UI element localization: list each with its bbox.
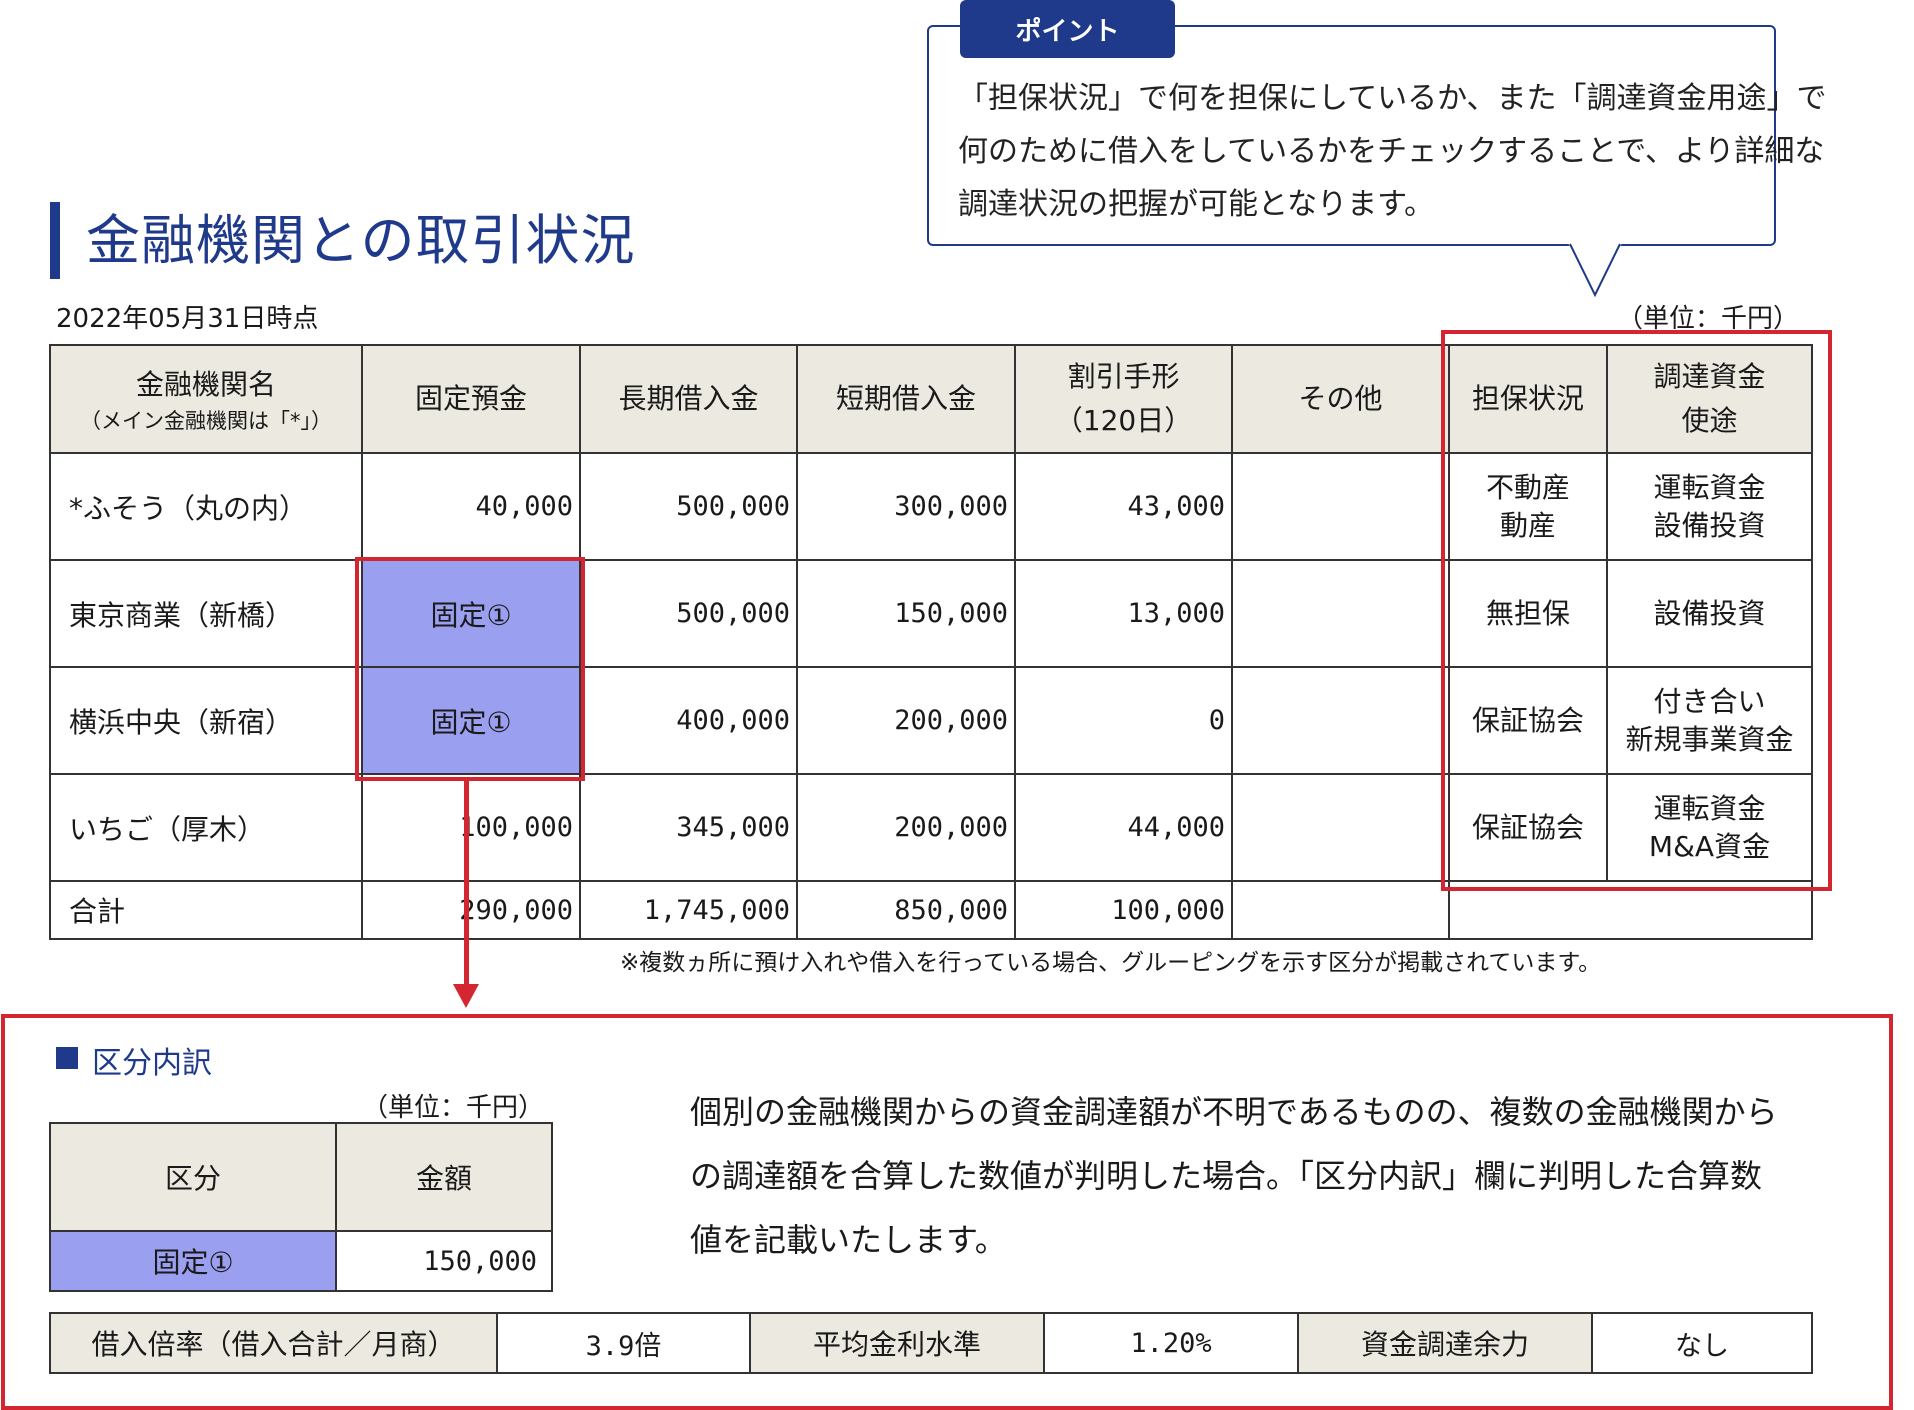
arrow-down-icon [453, 984, 479, 1008]
description-line: 個別の金融機関からの資金調達額が不明であるものの、複数の金融機関から [690, 1093, 1778, 1131]
bank-name: *ふそう（丸の内） [49, 452, 363, 561]
collateral-purpose-highlight [1441, 330, 1832, 891]
discounted-bills: 43,000 [1014, 452, 1233, 561]
header-bank-name: 金融機関名 （メイン金融機関は「*」） [49, 344, 363, 454]
description-line: の調達額を合算した数値が判明した場合。「区分内訳」欄に判明した合算数 [690, 1157, 1763, 1195]
category: 固定① [49, 1230, 337, 1292]
breakdown-description: 個別の金融機関からの資金調達額が不明であるものの、複数の金融機関から の調達額を… [690, 1080, 1820, 1272]
avg-rate-label: 平均金利水準 [749, 1312, 1045, 1374]
total-other [1231, 880, 1450, 940]
point-tab: ポイント [960, 0, 1175, 58]
amount: 150,000 [335, 1230, 553, 1292]
page-title: 金融機関との取引状況 [86, 209, 636, 272]
discounted-bills: 0 [1014, 666, 1233, 775]
discounted-bills: 13,000 [1014, 559, 1233, 668]
avg-rate-value: 1.20% [1043, 1312, 1299, 1374]
total-label: 合計 [49, 880, 363, 940]
breakdown-header-row: 区分 金額 [49, 1122, 553, 1232]
other [1231, 773, 1450, 882]
header-other: その他 [1231, 344, 1450, 454]
capacity-value: なし [1591, 1312, 1813, 1374]
short-term-loan: 150,000 [796, 559, 1016, 668]
long-term-loan: 345,000 [579, 773, 798, 882]
other [1231, 452, 1450, 561]
group-cells-highlight [355, 557, 585, 781]
point-line: 「担保状況」で何を担保にしているか、また「調達資金用途」で [958, 81, 1827, 116]
breakdown-unit: （単位：千円） [362, 1093, 545, 1123]
bank-name: いちご（厚木） [49, 773, 363, 882]
title-accent-bar [50, 202, 60, 279]
borrow-ratio-label: 借入倍率（借入合計／月商） [49, 1312, 498, 1374]
other [1231, 666, 1450, 775]
grouping-note: ※複数ヵ所に預け入れや借入を行っている場合、グルーピングを示す区分が掲載されてい… [620, 950, 1602, 976]
breakdown-title: 区分内訳 [92, 1046, 212, 1081]
capacity-label: 資金調達余力 [1297, 1312, 1593, 1374]
header-discounted-bills: 割引手形 （120日） [1014, 344, 1233, 454]
table-row: 固定① 150,000 [49, 1230, 553, 1292]
total-fixed-deposit: 290,000 [361, 880, 581, 940]
fixed-deposit: 100,000 [361, 773, 581, 882]
bank-name: 東京商業（新橋） [49, 559, 363, 668]
total-long-term-loan: 1,745,000 [579, 880, 798, 940]
fixed-deposit: 40,000 [361, 452, 581, 561]
connector-line [464, 781, 469, 986]
long-term-loan: 500,000 [579, 452, 798, 561]
ratio-row: 借入倍率（借入合計／月商） 3.9倍 平均金利水準 1.20% 資金調達余力 な… [49, 1312, 1813, 1374]
short-term-loan: 200,000 [796, 773, 1016, 882]
borrow-ratio-value: 3.9倍 [496, 1312, 751, 1374]
bank-name: 横浜中央（新宿） [49, 666, 363, 775]
header-category: 区分 [49, 1122, 337, 1232]
header-long-term-loan: 長期借入金 [579, 344, 798, 454]
header-amount: 金額 [335, 1122, 553, 1232]
long-term-loan: 400,000 [579, 666, 798, 775]
ratio-table: 借入倍率（借入合計／月商） 3.9倍 平均金利水準 1.20% 資金調達余力 な… [49, 1312, 1813, 1374]
header-short-term-loan: 短期借入金 [796, 344, 1016, 454]
as-of-date: 2022年05月31日時点 [56, 304, 319, 334]
total-short-term-loan: 850,000 [796, 880, 1016, 940]
point-text: 「担保状況」で何を担保にしているか、また「調達資金用途」で 何のために借入をして… [958, 72, 1827, 231]
short-term-loan: 300,000 [796, 452, 1016, 561]
point-line: 調達状況の把握が可能となります。 [958, 187, 1435, 222]
short-term-loan: 200,000 [796, 666, 1016, 775]
total-discounted-bills: 100,000 [1014, 880, 1233, 940]
point-line: 何のために借入をしているかをチェックすることで、より詳細な [958, 134, 1825, 169]
other [1231, 559, 1450, 668]
callout-tail [1568, 243, 1622, 298]
description-line: 値を記載いたします。 [690, 1221, 1007, 1259]
header-fixed-deposit: 固定預金 [361, 344, 581, 454]
long-term-loan: 500,000 [579, 559, 798, 668]
breakdown-table: 区分 金額 固定① 150,000 [49, 1122, 553, 1292]
square-bullet-icon [56, 1047, 78, 1069]
discounted-bills: 44,000 [1014, 773, 1233, 882]
